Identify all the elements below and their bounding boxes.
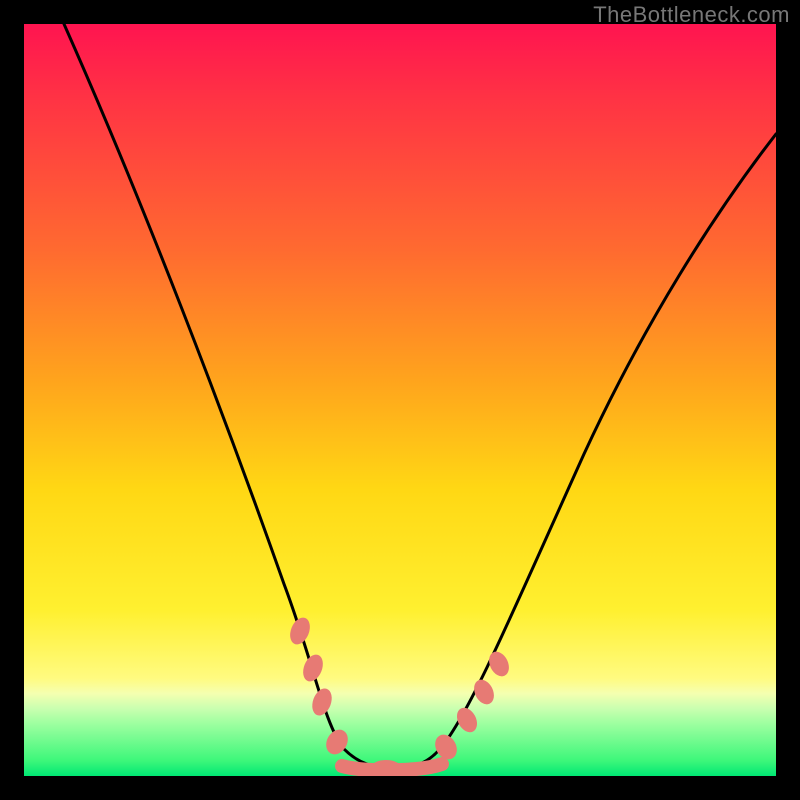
marker-dot	[309, 686, 335, 718]
marker-dot	[453, 704, 481, 735]
bottleneck-curve	[64, 24, 776, 768]
watermark-text: TheBottleneck.com	[593, 2, 790, 28]
chart-plot-area	[24, 24, 776, 776]
marker-dot	[286, 615, 313, 648]
marker-dot	[431, 731, 461, 764]
chart-svg	[24, 24, 776, 776]
marker-dot	[299, 652, 326, 685]
marker-dot	[370, 760, 402, 776]
chart-frame: TheBottleneck.com	[0, 0, 800, 800]
